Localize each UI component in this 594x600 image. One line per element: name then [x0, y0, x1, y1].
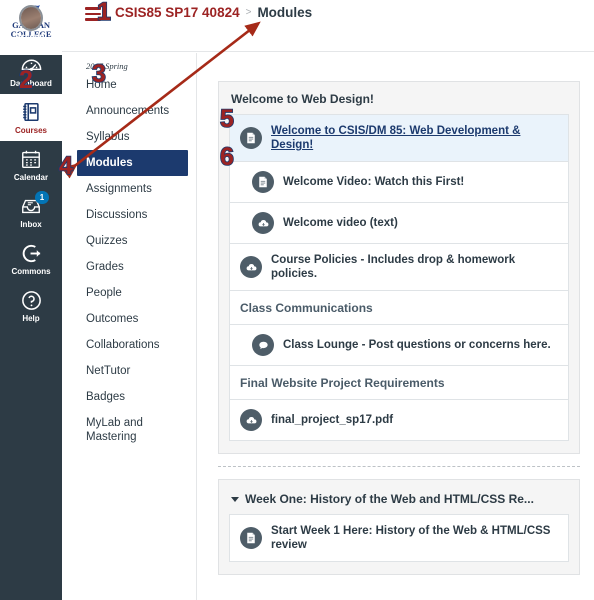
module-header[interactable]: Week One: History of the Web and HTML/CS…	[219, 482, 579, 514]
course-nav-item-badges[interactable]: Badges	[77, 384, 193, 410]
module-item-welcome-video-page[interactable]: Welcome Video: Watch this First!	[230, 162, 568, 203]
module-welcome-to-web-design: Welcome to Web Design! Welcome to CSIS/D…	[218, 81, 580, 454]
module-item-title: final_project_sp17.pdf	[271, 414, 394, 426]
global-nav-item-dashboard[interactable]: Dashboard	[0, 47, 62, 94]
course-nav-item-syllabus[interactable]: Syllabus	[77, 124, 193, 150]
global-nav-item-calendar[interactable]: Calendar	[0, 141, 62, 188]
global-nav-label-account: Account	[15, 32, 47, 41]
dashboard-icon	[19, 53, 43, 77]
module-item-title: Welcome video (text)	[283, 217, 398, 229]
module-item-course-policies-file[interactable]: Course Policies - Includes drop & homewo…	[230, 244, 568, 291]
module-item-title: Start Week 1 Here: History of the Web & …	[271, 525, 551, 551]
page-icon	[240, 527, 262, 549]
course-nav-item-home[interactable]: Home	[77, 72, 193, 98]
calendar-icon	[19, 147, 43, 171]
module-item-list: Start Week 1 Here: History of the Web & …	[229, 514, 569, 562]
module-header[interactable]: Welcome to Web Design!	[219, 82, 579, 114]
file-cloud-icon	[240, 256, 262, 278]
module-item-title: Welcome Video: Watch this First!	[283, 176, 465, 188]
course-nav-item-grades[interactable]: Grades	[77, 254, 193, 280]
module-item-start-week-1[interactable]: Start Week 1 Here: History of the Web & …	[230, 515, 568, 562]
breadcrumb-course-link[interactable]: CSIS85 SP17 40824	[115, 5, 240, 20]
global-nav-label-dashboard: Dashboard	[10, 79, 52, 88]
course-nav-item-nettutor[interactable]: NetTutor	[77, 358, 193, 384]
module-subheader-class-communications: Class Communications	[230, 291, 568, 325]
module-title: Week One: History of the Web and HTML/CS…	[245, 492, 534, 506]
module-item-welcome-page[interactable]: Welcome to CSIS/DM 85: Web Development &…	[230, 115, 568, 162]
breadcrumb: CSIS85 SP17 40824 > Modules	[115, 5, 312, 20]
module-divider	[218, 466, 580, 467]
module-item-title: Course Policies - Includes drop & homewo…	[271, 254, 516, 280]
file-cloud-icon	[240, 409, 262, 431]
global-nav-item-inbox[interactable]: 1 Inbox	[0, 188, 62, 235]
module-title: Welcome to Web Design!	[231, 92, 374, 106]
global-nav-item-help[interactable]: Help	[0, 282, 62, 329]
course-navigation: 2017 Spring Home Announcements Syllabus …	[63, 53, 197, 600]
avatar-icon	[19, 5, 43, 31]
course-nav-item-mylab[interactable]: MyLab and Mastering	[77, 410, 193, 450]
inbox-icon: 1	[19, 191, 49, 218]
course-term-label: 2017 Spring	[86, 61, 128, 71]
global-nav-label-commons: Commons	[11, 267, 51, 276]
inbox-unread-badge: 1	[35, 191, 49, 204]
module-item-class-lounge-discussion[interactable]: Class Lounge - Post questions or concern…	[230, 325, 568, 366]
course-nav-item-assignments[interactable]: Assignments	[77, 176, 193, 202]
page-icon	[240, 127, 262, 149]
course-nav-item-discussions[interactable]: Discussions	[77, 202, 193, 228]
help-icon	[19, 288, 43, 312]
module-subheader-final-website-project: Final Website Project Requirements	[230, 366, 568, 400]
course-nav-item-announcements[interactable]: Announcements	[77, 98, 193, 124]
module-item-title: Welcome to CSIS/DM 85: Web Development &…	[271, 125, 521, 151]
discussion-icon	[252, 334, 274, 356]
commons-icon	[19, 241, 43, 265]
module-item-final-project-pdf[interactable]: final_project_sp17.pdf	[230, 400, 568, 441]
modules-content: Welcome to Web Design! Welcome to CSIS/D…	[198, 53, 594, 600]
global-nav-label-help: Help	[22, 314, 40, 323]
course-nav-item-people[interactable]: People	[77, 280, 193, 306]
file-cloud-icon	[252, 212, 274, 234]
global-nav-label-courses: Courses	[14, 126, 47, 135]
screenshot-root: GAVILAN COLLEGE Account	[0, 0, 594, 600]
course-nav-item-outcomes[interactable]: Outcomes	[77, 306, 193, 332]
hamburger-icon[interactable]	[85, 7, 101, 21]
global-nav-label-calendar: Calendar	[13, 173, 49, 182]
module-item-title: Class Lounge - Post questions or concern…	[283, 339, 551, 351]
course-nav-item-quizzes[interactable]: Quizzes	[77, 228, 193, 254]
global-navigation: GAVILAN COLLEGE Account	[0, 0, 62, 600]
breadcrumb-separator: >	[245, 7, 252, 18]
course-nav-item-collaborations[interactable]: Collaborations	[77, 332, 193, 358]
top-bar: CSIS85 SP17 40824 > Modules	[62, 0, 594, 52]
breadcrumb-current-modules[interactable]: Modules	[257, 5, 312, 20]
module-week-one: Week One: History of the Web and HTML/CS…	[218, 479, 580, 575]
global-nav-label-inbox: Inbox	[20, 220, 42, 229]
global-nav-item-courses[interactable]: Courses	[0, 94, 62, 141]
courses-icon	[19, 100, 43, 124]
global-nav-item-account[interactable]: Account	[0, 0, 62, 47]
page-icon	[252, 171, 274, 193]
module-item-welcome-video-text-file[interactable]: Welcome video (text)	[230, 203, 568, 244]
global-nav-item-commons[interactable]: Commons	[0, 235, 62, 282]
chevron-down-icon[interactable]	[231, 496, 239, 502]
course-nav-item-modules[interactable]: Modules	[77, 150, 188, 176]
module-item-list: Welcome to CSIS/DM 85: Web Development &…	[229, 114, 569, 441]
